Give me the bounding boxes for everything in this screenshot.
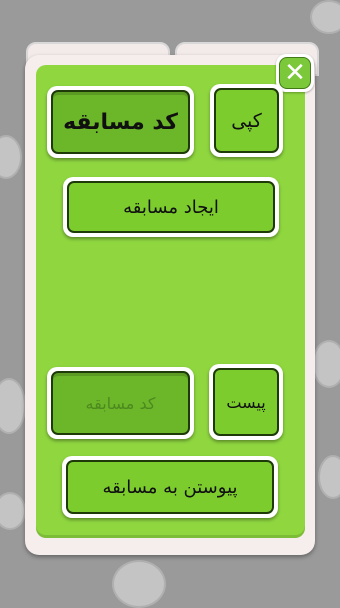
copy-button[interactable]: کپی — [210, 84, 283, 157]
paste-button-label: پیست — [213, 368, 279, 436]
background-hand-icon — [0, 378, 26, 434]
background-hand-icon — [112, 560, 166, 608]
background-hand-icon — [312, 340, 340, 388]
race-code-input-placeholder: کد مسابقه — [51, 371, 190, 435]
race-code-text: کد مسابقه — [51, 90, 190, 154]
race-code-display: کد مسابقه — [47, 86, 194, 158]
race-code-input[interactable]: کد مسابقه — [47, 367, 194, 439]
paste-button[interactable]: پیست — [209, 364, 283, 440]
join-race-button-label: پیوستن به مسابقه — [66, 460, 274, 514]
close-icon: ✕ — [279, 57, 311, 89]
background-hand-icon — [310, 0, 340, 34]
join-race-button[interactable]: پیوستن به مسابقه — [62, 456, 278, 518]
background-hand-icon — [318, 455, 340, 499]
copy-button-label: کپی — [214, 88, 279, 153]
close-button[interactable]: ✕ — [276, 54, 314, 92]
background-hand-icon — [0, 492, 26, 530]
create-race-button[interactable]: ایجاد مسابقه — [63, 177, 279, 237]
background-hand-icon — [0, 135, 22, 179]
create-race-button-label: ایجاد مسابقه — [67, 181, 275, 233]
